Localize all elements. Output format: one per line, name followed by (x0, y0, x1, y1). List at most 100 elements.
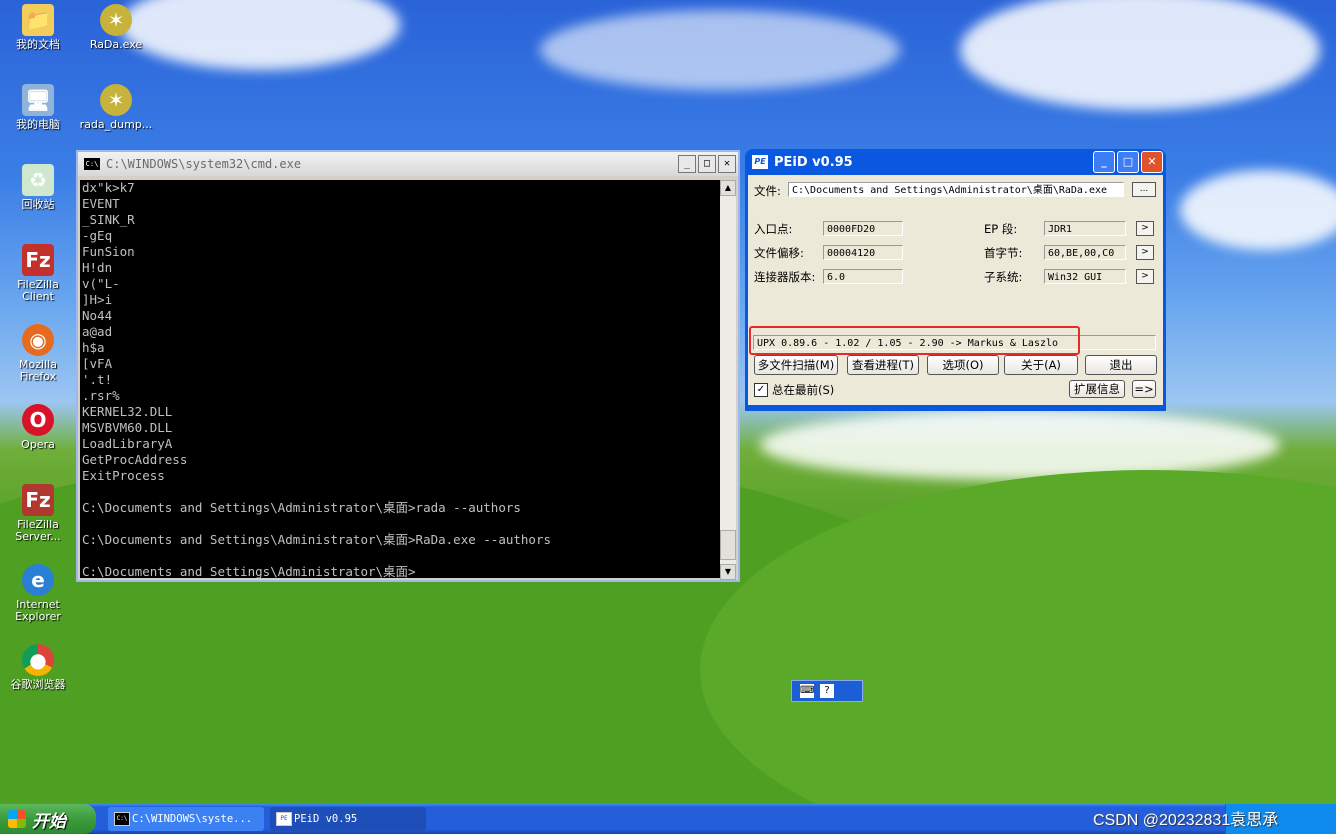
cmd-titlebar[interactable]: C:\ C:\WINDOWS\system32\cmd.exe _ □ ✕ (78, 152, 738, 176)
console-line: C:\Documents and Settings\Administrator\… (82, 564, 416, 578)
desktop-icon-my-computer[interactable]: 🖥 我的电脑 (0, 84, 76, 131)
task-viewer-button[interactable]: 查看进程(T) (847, 355, 919, 375)
console-line: KERNEL32.DLL (82, 404, 173, 419)
peid-titlebar[interactable]: PE PEiD v0.95 _ □ ✕ (748, 149, 1163, 175)
linker-version-field: 6.0 (823, 269, 903, 284)
options-button[interactable]: 选项(O) (927, 355, 999, 375)
ep-section-field: JDR1 (1044, 221, 1126, 236)
ie-icon: e (22, 564, 54, 596)
desktop-icon-rada-exe[interactable]: ✶ RaDa.exe (78, 4, 154, 51)
extended-info-button[interactable]: 扩展信息 (1069, 380, 1125, 398)
exit-button[interactable]: 退出 (1085, 355, 1157, 375)
console-line: h$a (82, 340, 105, 355)
scroll-up-icon[interactable]: ▲ (720, 180, 736, 196)
icon-label: Mozilla Firefox (19, 358, 57, 383)
cmd-title: C:\WINDOWS\system32\cmd.exe (106, 157, 302, 171)
more-button[interactable]: => (1132, 380, 1156, 398)
cloud (760, 410, 1280, 480)
filezilla-icon: Fz (22, 484, 54, 516)
console-line: C:\Documents and Settings\Administrator\… (82, 532, 552, 547)
ep-section-button[interactable]: > (1136, 221, 1154, 236)
file-label: 文件: (754, 184, 781, 198)
filezilla-icon: Fz (22, 244, 54, 276)
console-line: '.t! (82, 372, 113, 387)
icon-label: rada_dump... (79, 118, 153, 131)
console-line: No44 (82, 308, 113, 323)
start-button[interactable]: 开始 (0, 804, 96, 834)
folder-icon: 📁 (22, 4, 54, 36)
console-line: MSVBVM60.DLL (82, 420, 173, 435)
cmd-console-output[interactable]: dx"k>k7 EVENT _SINK_R -gEq FunSion H!dn v("L-]… (80, 180, 724, 578)
watermark: CSDN @20232831袁思承 (1093, 812, 1279, 829)
entry-point-field: 0000FD20 (823, 221, 903, 236)
first-bytes-button[interactable]: > (1136, 245, 1154, 260)
desktop-icon-my-documents[interactable]: 📁 我的文档 (0, 4, 76, 51)
linker-version-label: 连接器版本: (754, 270, 816, 284)
start-label: 开始 (32, 811, 66, 832)
console-line: ]H>i (82, 292, 113, 307)
firefox-icon: ◉ (22, 324, 54, 356)
close-button[interactable]: ✕ (718, 155, 736, 173)
icon-label: 我的文档 (16, 38, 60, 51)
maximize-button[interactable]: □ (698, 155, 716, 173)
computer-icon: 🖥 (22, 84, 54, 116)
close-button[interactable]: ✕ (1141, 151, 1163, 173)
desktop-icon-firefox[interactable]: ◉ Mozilla Firefox (0, 324, 76, 383)
scroll-thumb[interactable] (720, 530, 736, 560)
icon-label: 谷歌浏览器 (10, 678, 66, 691)
subsystem-field: Win32 GUI (1044, 269, 1126, 284)
console-line: [vFA (82, 356, 113, 371)
taskbar-item-cmd[interactable]: C:\ C:\WINDOWS\syste... (108, 807, 264, 831)
opera-icon: O (22, 404, 54, 436)
help-icon[interactable]: ? (820, 684, 834, 698)
peid-window[interactable]: PE PEiD v0.95 _ □ ✕ 文件: C:\Documents and… (745, 149, 1166, 411)
desktop-icon-rada-dump[interactable]: ✶ rada_dump... (78, 84, 154, 131)
console-line: ExitProcess (82, 468, 165, 483)
subsystem-button[interactable]: > (1136, 269, 1154, 284)
console-line: dx"k>k7 (82, 180, 135, 195)
cloud (960, 0, 1320, 110)
console-line: C:\Documents and Settings\Administrator\… (82, 500, 521, 515)
cmd-icon: C:\ (114, 812, 130, 826)
desktop-icon-filezilla-client[interactable]: Fz FileZilla Client (0, 244, 76, 303)
desktop: 📁 我的文档 ✶ RaDa.exe 🖥 我的电脑 ✶ rada_dump... … (0, 0, 1336, 804)
language-bar[interactable]: ⌨ ? (791, 680, 863, 702)
desktop-icon-chrome[interactable]: ● 谷歌浏览器 (0, 644, 76, 691)
console-line: a@ad (82, 324, 113, 339)
cmd-window[interactable]: C:\ C:\WINDOWS\system32\cmd.exe _ □ ✕ dx… (76, 150, 740, 582)
maximize-button[interactable]: □ (1117, 151, 1139, 173)
always-on-top-checkbox[interactable]: ✓ (754, 383, 768, 397)
icon-label: FileZilla Server... (15, 518, 61, 543)
console-line: GetProcAddress (82, 452, 188, 467)
keyboard-icon[interactable]: ⌨ (800, 684, 814, 698)
file-path-field[interactable]: C:\Documents and Settings\Administrator\… (788, 182, 1124, 197)
console-line: LoadLibraryA (82, 436, 173, 451)
icon-label: Opera (21, 438, 55, 451)
console-line: EVENT (82, 196, 120, 211)
windows-logo-icon (8, 810, 26, 828)
chrome-icon: ● (22, 644, 54, 676)
desktop-icon-opera[interactable]: O Opera (0, 404, 76, 451)
minimize-button[interactable]: _ (678, 155, 696, 173)
multi-file-scan-button[interactable]: 多文件扫描(M) (754, 355, 838, 375)
minimize-button[interactable]: _ (1093, 151, 1115, 173)
file-offset-label: 文件偏移: (754, 246, 804, 260)
first-bytes-label: 首字节: (984, 246, 1023, 260)
console-line: H!dn (82, 260, 113, 275)
console-line: v("L- (82, 276, 120, 291)
cloud (540, 10, 900, 90)
browse-button[interactable]: ... (1132, 182, 1156, 197)
desktop-icon-recycle-bin[interactable]: ♻ 回收站 (0, 164, 76, 211)
desktop-icon-filezilla-server[interactable]: Fz FileZilla Server... (0, 484, 76, 543)
desktop-icon-internet-explorer[interactable]: e Internet Explorer (0, 564, 76, 623)
highlight-annotation (749, 326, 1080, 355)
peid-title: PEiD v0.95 (774, 154, 853, 170)
about-button[interactable]: 关于(A) (1004, 355, 1078, 375)
cmd-vertical-scrollbar[interactable]: ▲ ▼ (720, 180, 736, 580)
icon-label: 我的电脑 (16, 118, 60, 131)
scroll-down-icon[interactable]: ▼ (720, 564, 736, 580)
taskbar-item-peid[interactable]: PE PEiD v0.95 (270, 807, 426, 831)
